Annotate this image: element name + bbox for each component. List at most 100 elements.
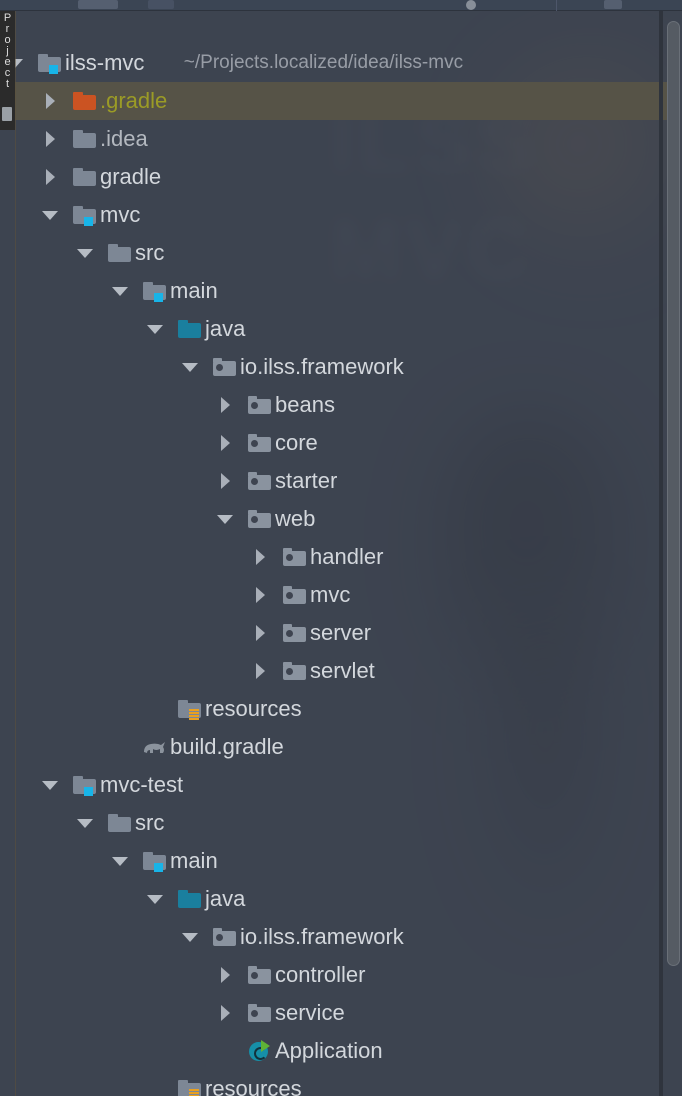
tree-row[interactable]: controller: [15, 956, 667, 994]
tree-row[interactable]: src: [15, 804, 667, 842]
tree-row[interactable]: mvc: [15, 196, 667, 234]
node-icon: [247, 994, 273, 1032]
toolbar-chip-module[interactable]: [148, 0, 174, 9]
node-icon: [282, 576, 308, 614]
node-label: resources: [205, 1076, 302, 1096]
chevron-right-icon[interactable]: [217, 956, 233, 994]
folder-icon: [108, 814, 131, 832]
chevron-down-icon[interactable]: [77, 234, 93, 272]
package-icon: [248, 1004, 271, 1022]
tree-row[interactable]: .idea: [15, 120, 667, 158]
chevron-right-icon[interactable]: [217, 994, 233, 1032]
chevron-right-icon[interactable]: [42, 82, 58, 120]
node-icon: [247, 1032, 273, 1070]
tree-row[interactable]: main: [15, 842, 667, 880]
tree-row[interactable]: main: [15, 272, 667, 310]
tree-row[interactable]: web: [15, 500, 667, 538]
chevron-down-icon[interactable]: [147, 880, 163, 918]
resources-folder-icon: [178, 1080, 201, 1096]
chevron-down-icon[interactable]: [77, 804, 93, 842]
toolbar-chip-left[interactable]: [78, 0, 118, 9]
tree-row[interactable]: handler: [15, 538, 667, 576]
tree-row[interactable]: starter: [15, 462, 667, 500]
node-icon: [142, 728, 168, 766]
tree-row[interactable]: server: [15, 614, 667, 652]
chevron-down-icon[interactable]: [42, 766, 58, 804]
main-toolbar-clipped: [0, 0, 682, 11]
tree-row[interactable]: resources: [15, 690, 667, 728]
tree-row[interactable]: core: [15, 424, 667, 462]
node-label: controller: [275, 962, 366, 987]
chevron-down-icon[interactable]: [15, 44, 23, 82]
node-icon: [177, 310, 203, 348]
tree-row[interactable]: servlet: [15, 652, 667, 690]
package-icon: [248, 396, 271, 414]
chevron-down-icon[interactable]: [182, 348, 198, 386]
toolbar-run-icon[interactable]: [466, 0, 476, 10]
node-icon: [247, 956, 273, 994]
node-icon: [282, 538, 308, 576]
chevron-down-icon[interactable]: [112, 272, 128, 310]
tree-row[interactable]: mvc: [15, 576, 667, 614]
chevron-right-icon[interactable]: [252, 538, 268, 576]
node-label: main: [170, 278, 218, 303]
chevron-down-icon[interactable]: [42, 196, 58, 234]
node-icon: [177, 880, 203, 918]
chevron-right-icon[interactable]: [217, 424, 233, 462]
chevron-right-icon[interactable]: [252, 614, 268, 652]
node-icon: [72, 766, 98, 804]
node-label: java: [205, 316, 246, 341]
chevron-down-icon[interactable]: [217, 500, 233, 538]
module-folder-icon: [73, 776, 96, 796]
node-label: core: [275, 430, 318, 455]
node-label: src: [135, 810, 165, 835]
tree-row[interactable]: mvc-test: [15, 766, 667, 804]
node-icon: [72, 82, 98, 120]
node-icon: [107, 804, 133, 842]
chevron-down-icon[interactable]: [147, 310, 163, 348]
node-icon: [177, 1070, 203, 1096]
node-icon: [247, 462, 273, 500]
node-label: server: [310, 620, 372, 645]
node-label: Application: [275, 1038, 383, 1063]
tool-window-label-project[interactable]: Project: [1, 13, 14, 90]
tree-row[interactable]: beans: [15, 386, 667, 424]
chevron-right-icon[interactable]: [42, 120, 58, 158]
chevron-right-icon[interactable]: [217, 386, 233, 424]
left-tool-window-strip: Project: [0, 11, 15, 130]
node-icon: [72, 120, 98, 158]
chevron-right-icon[interactable]: [217, 462, 233, 500]
tool-window-strip-button[interactable]: [2, 107, 12, 121]
vertical-scrollbar[interactable]: [663, 11, 682, 1096]
scrollbar-thumb[interactable]: [667, 21, 680, 966]
folder-icon: [73, 168, 96, 186]
node-icon: [282, 614, 308, 652]
module-folder-icon: [38, 54, 61, 74]
tree-row[interactable]: Application: [15, 1032, 667, 1070]
tree-row[interactable]: service: [15, 994, 667, 1032]
node-icon: [142, 842, 168, 880]
tree-row[interactable]: java: [15, 880, 667, 918]
idea-project-tool-window: ILSSMVC Project ilss-mvc~/Projects.local…: [0, 0, 682, 1096]
node-label: mvc: [310, 582, 351, 607]
package-icon: [283, 586, 306, 604]
tree-row[interactable]: io.ilss.framework: [15, 348, 667, 386]
chevron-down-icon[interactable]: [112, 842, 128, 880]
chevron-down-icon[interactable]: [182, 918, 198, 956]
chevron-right-icon[interactable]: [252, 652, 268, 690]
tree-row[interactable]: java: [15, 310, 667, 348]
tree-row[interactable]: ilss-mvc ~/Projects.localized/idea/ilss-m…: [15, 44, 667, 82]
tree-row[interactable]: io.ilss.framework: [15, 918, 667, 956]
node-label: build.gradle: [170, 734, 284, 759]
tree-row[interactable]: .gradle: [15, 82, 667, 120]
node-icon: [212, 348, 238, 386]
node-icon: [142, 272, 168, 310]
chevron-right-icon[interactable]: [42, 158, 58, 196]
tree-row[interactable]: src: [15, 234, 667, 272]
tree-row[interactable]: build.gradle: [15, 728, 667, 766]
toolbar-chip-right[interactable]: [604, 0, 622, 9]
node-label: io.ilss.framework: [240, 924, 404, 949]
tree-row[interactable]: gradle: [15, 158, 667, 196]
tree-row[interactable]: resources: [15, 1070, 667, 1096]
chevron-right-icon[interactable]: [252, 576, 268, 614]
